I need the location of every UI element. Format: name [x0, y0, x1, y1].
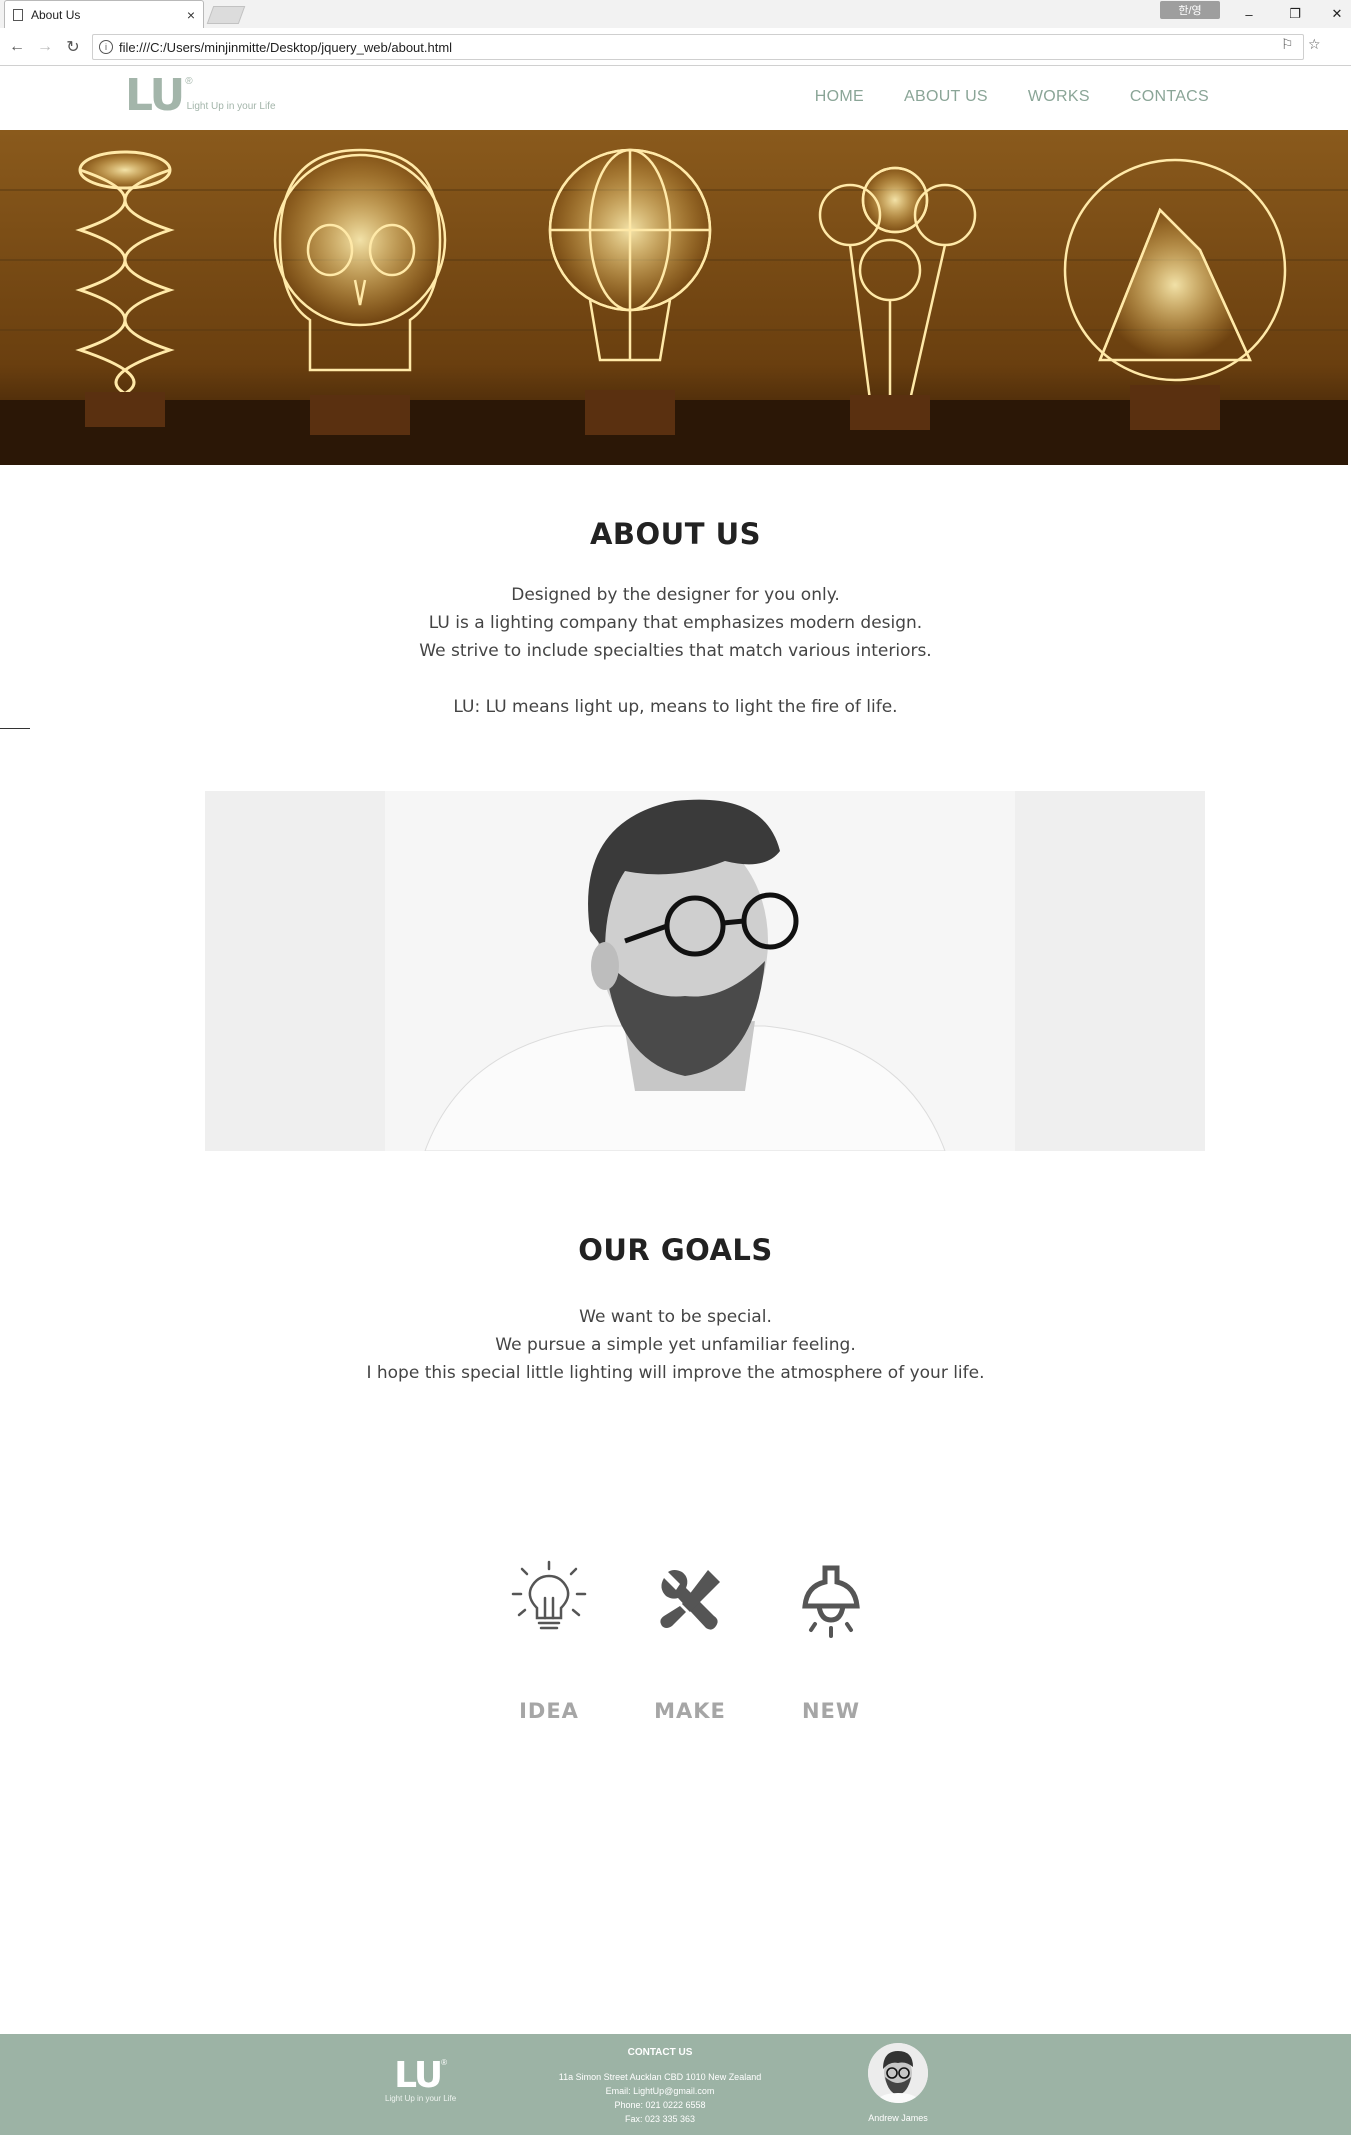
about-line-2: LU is a lighting company that emphasizes…: [428, 613, 923, 633]
left-divider: [0, 728, 30, 729]
footer-person-name: Andrew James: [868, 2113, 928, 2123]
footer-logo-tagline: Light Up in your Life: [385, 2094, 457, 2103]
goals-title: OUR GOALS: [578, 1233, 773, 1267]
bookmark-star-icon[interactable]: ☆: [1308, 36, 1321, 53]
pendant-lamp-icon: [802, 1565, 860, 1638]
goals-line-3: I hope this special little lighting will…: [366, 1363, 985, 1383]
browser-tab-strip: About Us × 한/영 – ❐ ✕: [0, 0, 1351, 28]
avatar: [868, 2043, 928, 2103]
logo-tagline: Light Up in your Life: [186, 101, 276, 112]
features-row: IDEA MAKE NEW: [0, 1560, 1351, 1750]
goals-line-2: We pursue a simple yet unfamiliar feelin…: [495, 1335, 856, 1355]
feature-new: NEW: [771, 1560, 891, 1723]
footer-email: Email: LightUp@gmail.com: [605, 2086, 715, 2096]
info-icon[interactable]: i: [99, 40, 113, 54]
footer-phone: Phone: 021 0222 6558: [614, 2100, 706, 2110]
browser-tab-active[interactable]: About Us ×: [4, 0, 204, 28]
goals-line-1: We want to be special.: [579, 1307, 772, 1327]
hero-banner-image: [0, 130, 1348, 465]
about-line-4: LU: LU means light up, means to light th…: [453, 697, 898, 717]
footer-logo-registered: ®: [441, 2058, 447, 2067]
back-arrow-icon[interactable]: ←: [6, 36, 28, 58]
footer-contact-title: CONTACT US: [627, 2047, 693, 2058]
footer-logo[interactable]: LU® Light Up in your Life: [385, 2055, 457, 2104]
address-bar: ← → ↻ i file:///C:/Users/minjinmitte/Des…: [0, 28, 1351, 66]
feature-make: MAKE: [630, 1560, 750, 1723]
nav-home[interactable]: HOME: [815, 88, 864, 106]
tab-close-icon[interactable]: ×: [187, 7, 195, 23]
lightbulb-icon: [511, 1560, 587, 1630]
footer-logo-mark: LU: [394, 2055, 443, 2096]
logo-mark: LU: [125, 70, 185, 121]
feature-idea: IDEA: [489, 1560, 609, 1723]
designer-portrait-image: [205, 791, 1205, 1151]
logo-registered: ®: [185, 76, 193, 87]
footer-contact: CONTACT US 11a Simon Street Aucklan CBD …: [520, 2046, 800, 2126]
main-nav: HOME ABOUT US WORKS CONTACS: [815, 88, 1209, 106]
site-header: LU ® Light Up in your Life HOME ABOUT US…: [0, 66, 1351, 130]
minimize-button[interactable]: –: [1226, 0, 1272, 28]
close-window-button[interactable]: ✕: [1314, 0, 1351, 28]
about-title: ABOUT US: [589, 517, 762, 551]
document-icon: [13, 8, 23, 21]
feature-idea-label: IDEA: [519, 1699, 579, 1723]
ime-indicator: 한/영: [1160, 1, 1220, 19]
translate-icon[interactable]: ⚐: [1281, 36, 1294, 53]
tab-title: About Us: [31, 7, 81, 22]
footer-address: 11a Simon Street Aucklan CBD 1010 New Ze…: [558, 2072, 762, 2082]
nav-contacs[interactable]: CONTACS: [1130, 88, 1209, 106]
site-footer: LU® Light Up in your Life CONTACT US 11a…: [0, 2034, 1351, 2135]
about-line-1: Designed by the designer for you only.: [511, 585, 840, 605]
url-field[interactable]: i file:///C:/Users/minjinmitte/Desktop/j…: [92, 34, 1304, 60]
footer-fax: Fax: 023 335 363: [624, 2114, 696, 2124]
feature-make-label: MAKE: [654, 1699, 726, 1723]
url-text: file:///C:/Users/minjinmitte/Desktop/jqu…: [119, 39, 453, 55]
tools-icon: [660, 1570, 720, 1630]
reload-icon[interactable]: ↻: [62, 36, 84, 58]
site-logo[interactable]: LU ® Light Up in your Life: [125, 70, 276, 121]
footer-person: Andrew James: [868, 2043, 928, 2123]
nav-about-us[interactable]: ABOUT US: [904, 88, 988, 106]
new-tab-button[interactable]: [206, 6, 246, 24]
about-line-3: We strive to include specialties that ma…: [419, 641, 932, 661]
feature-new-label: NEW: [801, 1699, 861, 1723]
forward-arrow-icon[interactable]: →: [34, 36, 56, 58]
restore-button[interactable]: ❐: [1272, 0, 1318, 28]
nav-works[interactable]: WORKS: [1028, 88, 1090, 106]
